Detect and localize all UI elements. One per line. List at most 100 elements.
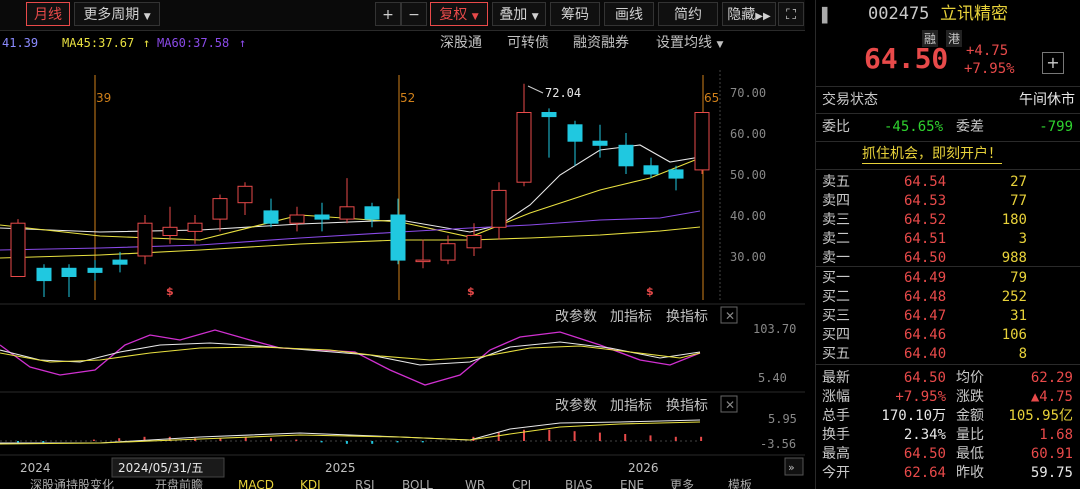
candle-body bbox=[694, 112, 710, 171]
kline-chart[interactable]: 70.00 60.00 50.00 40.00 30.00 39 52 65 $… bbox=[0, 0, 805, 478]
stat-label: 涨幅 bbox=[822, 389, 850, 405]
candle-body bbox=[592, 140, 608, 146]
stats-row: 今开 62.64 昨收 59.75 bbox=[816, 463, 1080, 483]
ask-row[interactable]: 卖五 64.54 27 bbox=[816, 172, 1080, 192]
stat-label: 金额 bbox=[956, 408, 984, 424]
bid-volume: 79 bbox=[1010, 270, 1027, 286]
bid-volume: 106 bbox=[1001, 327, 1027, 343]
candle-body bbox=[212, 198, 228, 220]
weicha-label: 委差 bbox=[956, 119, 984, 135]
candles bbox=[10, 83, 710, 297]
stat-value: ▲4.75 bbox=[1030, 389, 1073, 405]
ask-row[interactable]: 卖四 64.53 77 bbox=[816, 191, 1080, 211]
candle-body bbox=[390, 214, 406, 261]
candle-body bbox=[466, 235, 482, 249]
candle-body bbox=[668, 169, 684, 179]
price-change: +4.75 bbox=[966, 43, 1009, 59]
bid-price: 64.48 bbox=[904, 289, 947, 305]
bid-row[interactable]: 买三 64.47 31 bbox=[816, 306, 1080, 326]
bid-row[interactable]: 买一 64.49 79 bbox=[816, 268, 1080, 288]
hk-connect-badge: 港 bbox=[946, 30, 963, 47]
tab-cpi[interactable]: CPI bbox=[512, 479, 531, 489]
ask-volume: 988 bbox=[1001, 250, 1027, 266]
tab-premarket[interactable]: 开盘前瞻 bbox=[155, 479, 203, 489]
menu-icon[interactable]: ▌ bbox=[822, 6, 833, 26]
ask-row[interactable]: 卖一 64.50 988 bbox=[816, 248, 1080, 268]
ask-row[interactable]: 卖二 64.51 3 bbox=[816, 229, 1080, 249]
candle-body bbox=[440, 243, 456, 261]
period-markers: 39 52 65 bbox=[94, 75, 719, 300]
x-tick: 2024 bbox=[20, 461, 51, 475]
stat-value: 170.10万 bbox=[881, 408, 946, 424]
ask-volume: 180 bbox=[1001, 212, 1027, 228]
stat-value: +7.95% bbox=[895, 389, 946, 405]
add-indicator-button[interactable]: 加指标 bbox=[610, 309, 652, 325]
stat-value: 64.50 bbox=[903, 446, 946, 462]
candle-body bbox=[137, 222, 153, 257]
plus-icon: + bbox=[1046, 53, 1060, 72]
tab-ene[interactable]: ENE bbox=[620, 479, 644, 489]
bid-price: 64.47 bbox=[904, 308, 947, 324]
bid-label: 买一 bbox=[822, 270, 850, 286]
tab-shengutong-holdings[interactable]: 深股通持股变化 bbox=[30, 479, 114, 489]
ask-label: 卖五 bbox=[822, 174, 850, 190]
ask-price: 64.54 bbox=[904, 174, 947, 190]
change-params-button[interactable]: 改参数 bbox=[555, 397, 597, 414]
tab-rsi[interactable]: RSI bbox=[355, 479, 375, 489]
open-account-banner[interactable]: 抓住机会，即刻开户！ bbox=[862, 145, 1002, 164]
kdj-d-line bbox=[0, 345, 701, 363]
candle-body bbox=[263, 210, 279, 224]
stat-value: 1.68 bbox=[1039, 427, 1073, 443]
add-indicator-button[interactable]: 加指标 bbox=[610, 398, 652, 414]
stat-value: 105.95亿 bbox=[1008, 408, 1073, 424]
tab-kdj[interactable]: KDJ bbox=[300, 479, 321, 489]
ask-volume: 77 bbox=[1010, 193, 1027, 209]
marker-label: 52 bbox=[400, 91, 415, 105]
change-params-button[interactable]: 改参数 bbox=[555, 308, 597, 325]
ask-price: 64.51 bbox=[904, 231, 947, 247]
bid-label: 买四 bbox=[822, 327, 850, 343]
bid-row[interactable]: 买四 64.46 106 bbox=[816, 325, 1080, 345]
stock-header: ▌ 002475 立讯精密 bbox=[816, 4, 1080, 28]
switch-indicator-button[interactable]: 换指标 bbox=[666, 308, 708, 325]
candle-body bbox=[618, 144, 634, 167]
weibi-row: 委比 -45.65% 委差 -799 bbox=[816, 117, 1080, 137]
candle-body bbox=[643, 165, 659, 175]
marker-label: 65 bbox=[704, 91, 719, 105]
double-chevron-right-icon: » bbox=[788, 461, 795, 474]
tab-template[interactable]: 模板 bbox=[728, 479, 752, 489]
peak-annotation: 72.04 bbox=[527, 85, 581, 100]
indicator2-top: 5.95 bbox=[768, 412, 797, 426]
bid-row[interactable]: 买五 64.40 8 bbox=[816, 344, 1080, 364]
stat-label: 最高 bbox=[822, 446, 850, 462]
dollar-signal-icon: $ bbox=[467, 285, 475, 298]
tab-more[interactable]: 更多 bbox=[670, 479, 694, 489]
stat-label: 最新 bbox=[822, 370, 850, 386]
tab-macd[interactable]: MACD bbox=[238, 479, 274, 489]
ask-row[interactable]: 卖三 64.52 180 bbox=[816, 210, 1080, 230]
price-tick: 40.00 bbox=[730, 209, 766, 223]
stock-code: 002475 bbox=[868, 4, 930, 24]
stat-value: 2.34% bbox=[903, 427, 946, 443]
trading-status-row: 交易状态 午间休市 bbox=[816, 90, 1080, 110]
tab-bias[interactable]: BIAS bbox=[565, 479, 593, 489]
stats-row: 涨幅 +7.95% 涨跌 ▲4.75 bbox=[816, 387, 1080, 407]
switch-indicator-button[interactable]: 换指标 bbox=[666, 397, 708, 414]
candle-body bbox=[364, 206, 380, 220]
stat-label: 均价 bbox=[956, 370, 984, 386]
indicator2-bottom: -3.56 bbox=[760, 437, 796, 451]
price-tick: 50.00 bbox=[730, 168, 766, 182]
bid-row[interactable]: 买二 64.48 252 bbox=[816, 287, 1080, 307]
add-watchlist-button[interactable]: + bbox=[1042, 52, 1064, 74]
tab-boll[interactable]: BOLL bbox=[402, 479, 433, 489]
kdj-j-line bbox=[0, 329, 701, 386]
ask-label: 卖四 bbox=[822, 193, 850, 209]
candle-body bbox=[491, 189, 507, 228]
candle-body bbox=[10, 222, 26, 277]
stat-label: 总手 bbox=[822, 408, 850, 424]
tab-wr[interactable]: WR bbox=[465, 479, 485, 489]
bid-label: 买五 bbox=[822, 346, 850, 362]
ask-volume: 3 bbox=[1018, 231, 1027, 247]
stock-name: 立讯精密 bbox=[940, 4, 1008, 24]
ask-label: 卖三 bbox=[822, 212, 850, 228]
